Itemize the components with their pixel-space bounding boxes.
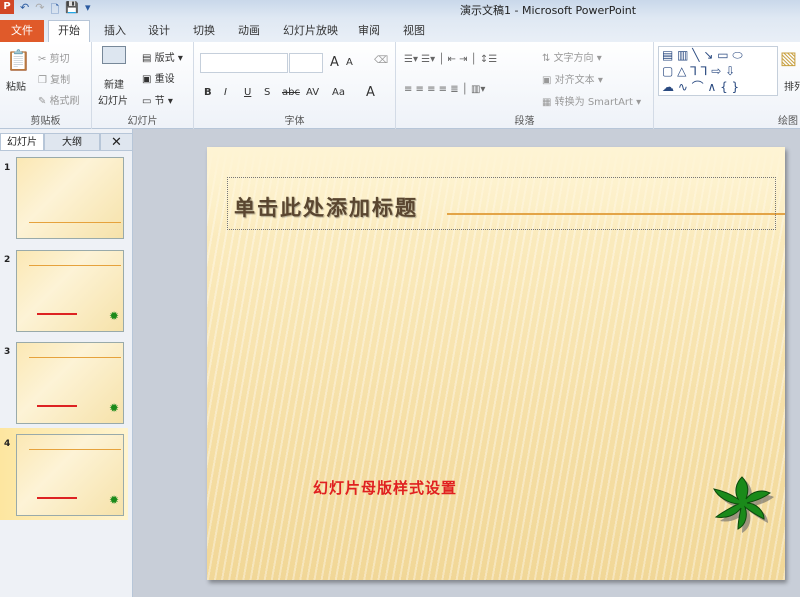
tab-file[interactable]: 文件 — [0, 20, 44, 42]
tab-design[interactable]: 设计 — [148, 22, 170, 38]
tab-review[interactable]: 审阅 — [358, 22, 380, 38]
slide-thumbnail-panel: 幻灯片 大纲 ✕ 1 2 ✹ 3 ✹ 4 ✹ — [0, 129, 133, 597]
align-text-button[interactable]: ▣ 对齐文本 ▾ — [542, 71, 603, 86]
slide-thumbnail-1[interactable] — [16, 157, 124, 239]
tab-slides[interactable]: 幻灯片 — [0, 133, 44, 151]
smartart-icon: ▦ — [542, 97, 555, 108]
slides-group: 新建 幻灯片 ▤ 版式 ▾ ▣ 重设 ▭ 节 ▾ 幻灯片 — [92, 42, 194, 129]
new-slide-button[interactable]: 新建 — [104, 76, 124, 91]
copy-icon: ❐ — [38, 75, 51, 86]
slides-label: 幻灯片 — [127, 116, 158, 127]
slide-canvas[interactable]: 单击此处添加标题 幻灯片母版样式设置 — [207, 147, 785, 580]
bold-button[interactable]: B — [204, 87, 212, 98]
change-case-button[interactable]: Aa — [332, 87, 345, 98]
char-spacing-button[interactable]: AV — [306, 87, 319, 98]
slide-number: 1 — [4, 163, 11, 173]
text-direction-button[interactable]: ⇅ 文字方向 ▾ — [542, 49, 602, 64]
ribbon-tabs: 文件 开始 插入 设计 切换 动画 幻灯片放映 审阅 视图 — [0, 18, 800, 43]
tab-insert[interactable]: 插入 — [104, 22, 126, 38]
convert-smartart-button[interactable]: ▦ 转换为 SmartArt ▾ — [542, 93, 641, 108]
tab-transitions[interactable]: 切换 — [193, 22, 215, 38]
grow-font-button[interactable]: A — [330, 55, 339, 70]
tab-animations[interactable]: 动画 — [238, 22, 260, 38]
tab-slideshow[interactable]: 幻灯片放映 — [283, 22, 338, 38]
drawing-group: ▤ ▥ ╲ ↘ ▭ ⬭ ▢ △ ⅂ ⅂ ⇨ ⇩ ☁ ∿ ⌒ ∧ { } ▧ 排列 绘… — [654, 42, 800, 129]
leaf-icon: ✹ — [108, 401, 119, 415]
paragraph-group: ☰▾ ☰▾ │ ⇤ ⇥ │ ↕☰ ≡ ≡ ≡ ≡ ≣ │ ▥▾ ⇅ 文字方向 ▾… — [396, 42, 654, 129]
leaf-icon: ✹ — [108, 493, 119, 507]
align-text-icon: ▣ — [542, 75, 555, 86]
shapes-gallery[interactable]: ▤ ▥ ╲ ↘ ▭ ⬭ ▢ △ ⅂ ⅂ ⇨ ⇩ ☁ ∿ ⌒ ∧ { } — [658, 46, 778, 96]
slide-thumbnail-2[interactable]: ✹ — [16, 250, 124, 332]
arrange-button[interactable]: 排列 — [784, 78, 800, 93]
brush-icon: ✎ — [38, 96, 50, 107]
tab-outline[interactable]: 大纲 — [44, 133, 100, 151]
slide-number: 4 — [4, 439, 11, 449]
paragraph-label: 段落 — [514, 116, 535, 127]
clipboard-group: 📋 粘贴 ✂ 剪切 ❐ 复制 ✎ 格式刷 剪贴板 — [0, 42, 92, 129]
arrange-icon[interactable]: ▧ — [780, 48, 797, 69]
paste-icon[interactable]: 📋 — [6, 48, 31, 72]
layout-button[interactable]: ▤ 版式 ▾ — [142, 49, 183, 64]
title-text[interactable]: 单击此处添加标题 — [234, 192, 418, 222]
underline-button[interactable]: U — [244, 87, 251, 98]
title-placeholder[interactable]: 单击此处添加标题 — [227, 177, 776, 230]
font-name-select[interactable] — [200, 53, 288, 73]
clipboard-label: 剪贴板 — [30, 116, 61, 127]
slide-number: 3 — [4, 347, 11, 357]
format-painter-button[interactable]: ✎ 格式刷 — [38, 92, 80, 107]
slide-thumbnail-3[interactable]: ✹ — [16, 342, 124, 424]
strikethrough-button[interactable]: abc — [282, 87, 300, 98]
subtitle-text[interactable]: 幻灯片母版样式设置 — [313, 477, 457, 498]
font-group: A A ⌫ B I U S abc AV Aa A 字体 — [194, 42, 396, 129]
text-direction-icon: ⇅ — [542, 53, 554, 64]
font-color-button[interactable]: A — [366, 85, 375, 100]
section-icon: ▭ — [142, 96, 155, 107]
paste-button[interactable]: 粘贴 — [6, 78, 26, 93]
alignment-icons[interactable]: ≡ ≡ ≡ ≡ ≣ │ ▥▾ — [404, 84, 485, 95]
tab-home[interactable]: 开始 — [48, 20, 90, 43]
italic-button[interactable]: I — [224, 87, 227, 98]
shrink-font-button[interactable]: A — [346, 57, 353, 68]
section-button[interactable]: ▭ 节 ▾ — [142, 92, 173, 107]
reset-button[interactable]: ▣ 重设 — [142, 70, 175, 85]
slide-number: 2 — [4, 255, 11, 265]
scissors-icon: ✂ — [38, 54, 50, 65]
layout-icon: ▤ — [142, 53, 155, 64]
title-bar: P ↶ ↷ 🗋 💾 ▾ 演示文稿1 - Microsoft PowerPoint — [0, 0, 800, 18]
reset-icon: ▣ — [142, 74, 155, 85]
window-title: 演示文稿1 - Microsoft PowerPoint — [460, 4, 637, 17]
bullets-icon[interactable]: ☰▾ ☰▾ │ ⇤ ⇥ │ ↕☰ — [404, 54, 497, 65]
powerpoint-app-icon[interactable]: P — [0, 0, 14, 14]
tab-view[interactable]: 视图 — [403, 22, 425, 38]
drawing-label: 绘图 — [778, 116, 798, 127]
leaf-icon: ✹ — [108, 309, 119, 323]
ribbon: 📋 粘贴 ✂ 剪切 ❐ 复制 ✎ 格式刷 剪贴板 新建 幻灯片 ▤ 版式 ▾ ▣… — [0, 42, 800, 129]
clear-format-icon[interactable]: ⌫ — [374, 55, 388, 66]
cut-button[interactable]: ✂ 剪切 — [38, 50, 70, 65]
font-label: 字体 — [284, 116, 305, 127]
new-slide-dropdown[interactable]: 幻灯片 — [98, 92, 128, 107]
copy-button[interactable]: ❐ 复制 — [38, 71, 70, 86]
font-size-select[interactable] — [289, 53, 323, 73]
new-slide-icon[interactable] — [102, 46, 126, 64]
leaf-star-icon[interactable] — [707, 472, 777, 534]
slide-thumbnail-4[interactable]: ✹ — [16, 434, 124, 516]
close-panel-icon[interactable]: ✕ — [100, 133, 133, 151]
shadow-button[interactable]: S — [264, 87, 270, 98]
